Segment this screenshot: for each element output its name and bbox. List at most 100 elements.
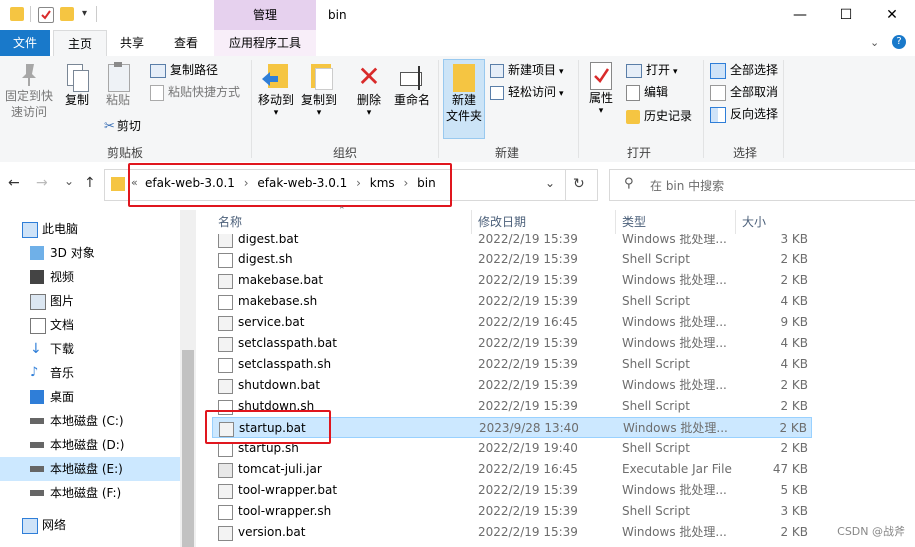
rename-button[interactable]: 重命名: [390, 62, 434, 108]
easy-access-button[interactable]: 轻松访问 ▾: [490, 84, 564, 104]
table-row[interactable]: shutdown.bat 2022/2/19 15:39 Windows 批处理…: [212, 375, 812, 396]
select-none-button[interactable]: 全部取消: [710, 84, 778, 104]
back-button[interactable]: ←: [8, 175, 20, 191]
column-header-size[interactable]: 大小: [742, 210, 766, 234]
desktop-icon: [30, 390, 44, 404]
column-header-name[interactable]: 名称: [218, 210, 242, 234]
tab-share[interactable]: 共享: [108, 30, 156, 56]
table-row[interactable]: version.bat 2022/2/19 15:39 Windows 批处理.…: [212, 522, 812, 543]
history-button[interactable]: 历史记录: [626, 108, 692, 128]
tab-view[interactable]: 查看: [162, 30, 210, 56]
nav-item-label: 3D 对象: [50, 246, 95, 260]
file-type: Shell Script: [622, 294, 690, 308]
paste-shortcut-button[interactable]: 粘贴快捷方式: [150, 84, 240, 104]
table-row[interactable]: makebase.sh 2022/2/19 15:39 Shell Script…: [212, 291, 812, 312]
nav-scrollbar-thumb[interactable]: [182, 350, 194, 547]
select-all-button[interactable]: 全部选择: [710, 62, 778, 82]
forward-button[interactable]: →: [36, 175, 48, 191]
copy-to-button[interactable]: 复制到 ▾: [298, 62, 340, 118]
file-size: 2 KB: [780, 525, 808, 539]
pin-quick-access-button[interactable]: 固定到快速访问: [4, 62, 54, 120]
tab-file[interactable]: 文件: [0, 30, 50, 56]
nav-item-documents[interactable]: 文档: [0, 313, 180, 337]
new-folder-icon[interactable]: [60, 7, 74, 21]
address-dropdown-icon[interactable]: ⌄: [545, 176, 555, 190]
search-box[interactable]: ⚲ 在 bin 中搜索: [609, 169, 915, 201]
properties-label: 属性: [588, 91, 613, 105]
music-icon: ♪: [30, 365, 39, 380]
close-button[interactable]: ✕: [869, 0, 915, 30]
paste-button[interactable]: 粘贴: [100, 62, 136, 108]
new-item-icon: [490, 63, 504, 78]
file-date: 2022/2/19 15:39: [478, 273, 578, 287]
column-divider: [615, 210, 616, 234]
file-size: 2 KB: [780, 441, 808, 455]
folder-icon[interactable]: [10, 7, 24, 21]
qat-dropdown-icon[interactable]: ▾: [82, 8, 87, 19]
paste-label: 粘贴: [105, 93, 130, 107]
copy-button[interactable]: 复制: [60, 62, 94, 108]
invert-selection-label: 反向选择: [730, 107, 779, 121]
nav-item-network[interactable]: 网络: [0, 513, 180, 537]
new-item-button[interactable]: 新建项目 ▾: [490, 62, 564, 82]
table-row[interactable]: tomcat-juli.jar 2022/2/19 16:45 Executab…: [212, 459, 812, 480]
refresh-icon[interactable]: ↻: [573, 176, 585, 192]
ribbon-collapse-icon[interactable]: ⌄: [870, 36, 879, 49]
copy-label: 复制: [64, 93, 89, 107]
table-row[interactable]: service.bat 2022/2/19 16:45 Windows 批处理.…: [212, 312, 812, 333]
nav-item-videos[interactable]: 视频: [0, 265, 180, 289]
file-date: 2022/2/19 19:40: [478, 441, 578, 455]
file-icon: [218, 379, 233, 394]
open-button[interactable]: 打开 ▾: [626, 62, 678, 82]
nav-item-drive-f[interactable]: 本地磁盘 (F:): [0, 481, 180, 505]
table-row[interactable]: setclasspath.sh 2022/2/19 15:39 Shell Sc…: [212, 354, 812, 375]
title-bar: ▾ 管理 bin — ☐ ✕: [0, 0, 915, 30]
edit-button[interactable]: 编辑: [626, 84, 668, 104]
select-none-icon: [710, 84, 726, 101]
nav-item-drive-d[interactable]: 本地磁盘 (D:): [0, 433, 180, 457]
recent-locations-button[interactable]: ⌄: [64, 174, 74, 188]
table-row[interactable]: tool-wrapper.bat 2022/2/19 15:39 Windows…: [212, 480, 812, 501]
help-icon[interactable]: ?: [892, 35, 906, 49]
table-row[interactable]: tool-wrapper.sh 2022/2/19 15:39 Shell Sc…: [212, 501, 812, 522]
nav-item-downloads[interactable]: ↓ 下载: [0, 337, 180, 361]
table-row[interactable]: setclasspath.bat 2022/2/19 15:39 Windows…: [212, 333, 812, 354]
manage-contextual-tab[interactable]: 管理: [214, 0, 316, 30]
nav-item-drive-c[interactable]: 本地磁盘 (C:): [0, 409, 180, 433]
nav-item-3d-objects[interactable]: 3D 对象: [0, 241, 180, 265]
copy-path-button[interactable]: 复制路径: [150, 62, 218, 82]
properties-check-icon[interactable]: [38, 7, 54, 23]
open-group-label: 打开: [626, 146, 651, 160]
column-header-type[interactable]: 类型: [622, 210, 646, 234]
new-item-label: 新建项目: [508, 63, 557, 77]
move-to-button[interactable]: 移动到 ▾: [256, 62, 296, 118]
file-date: 2022/2/19 15:39: [478, 336, 578, 350]
select-all-label: 全部选择: [730, 63, 779, 77]
startup-highlight-box: [205, 410, 331, 444]
file-name: shutdown.bat: [238, 378, 321, 392]
nav-item-pictures[interactable]: 图片: [0, 289, 180, 313]
column-header-date[interactable]: 修改日期: [478, 210, 526, 234]
table-row[interactable]: digest.bat 2022/2/19 15:39 Windows 批处理..…: [212, 234, 812, 250]
minimize-button[interactable]: —: [777, 0, 823, 30]
up-button[interactable]: ↑: [84, 175, 96, 191]
nav-item-music[interactable]: ♪ 音乐: [0, 361, 180, 385]
nav-item-label: 本地磁盘 (F:): [50, 486, 122, 500]
table-row[interactable]: digest.sh 2022/2/19 15:39 Shell Script 2…: [212, 249, 812, 270]
file-icon: [218, 316, 233, 331]
properties-button[interactable]: 属性 ▾: [584, 62, 618, 116]
table-row[interactable]: makebase.bat 2022/2/19 15:39 Windows 批处理…: [212, 270, 812, 291]
new-folder-button[interactable]: 新建 文件夹: [443, 59, 485, 139]
new-group-label: 新建: [494, 146, 519, 160]
nav-item-this-pc[interactable]: 此电脑: [0, 217, 180, 241]
nav-item-desktop[interactable]: 桌面: [0, 385, 180, 409]
cut-button[interactable]: ✂ 剪切: [104, 118, 141, 138]
nav-item-drive-e[interactable]: 本地磁盘 (E:): [0, 457, 180, 481]
file-icon: [218, 358, 233, 373]
delete-button[interactable]: ✕ 删除 ▾: [352, 62, 386, 119]
tab-home[interactable]: 主页: [53, 30, 107, 57]
tab-app-tools[interactable]: 应用程序工具: [214, 30, 316, 56]
file-name: digest.sh: [238, 252, 293, 266]
invert-selection-button[interactable]: 反向选择: [710, 106, 778, 126]
maximize-button[interactable]: ☐: [823, 0, 869, 30]
